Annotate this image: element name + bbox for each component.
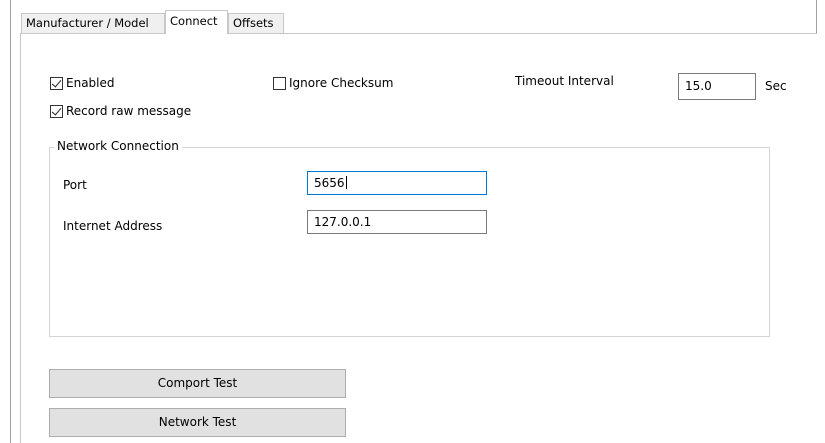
ignore-checksum-label: Ignore Checksum <box>289 76 394 90</box>
ignore-checksum-checkbox[interactable] <box>273 76 286 90</box>
port-input[interactable]: 5656 <box>307 171 487 195</box>
window-left-edge <box>10 0 11 443</box>
comport-test-button[interactable]: Comport Test <box>49 369 346 398</box>
record-raw-checkbox[interactable] <box>50 104 63 118</box>
record-raw-option[interactable]: Record raw message <box>50 104 191 118</box>
tab-manufacturer-model[interactable]: Manufacturer / Model <box>21 13 165 33</box>
tab-connect[interactable]: Connect <box>165 10 228 34</box>
record-raw-label: Record raw message <box>66 104 192 118</box>
tab-offsets[interactable]: Offsets <box>228 13 284 33</box>
timeout-interval-input[interactable]: 15.0 <box>678 73 756 100</box>
timeout-unit-label: Sec <box>765 79 787 93</box>
timeout-interval-label: Timeout Interval <box>515 74 614 88</box>
port-input-value: 5656 <box>314 176 345 190</box>
enabled-label: Enabled <box>66 76 115 90</box>
network-test-button[interactable]: Network Test <box>49 408 346 437</box>
enabled-option[interactable]: Enabled <box>50 76 115 90</box>
internet-address-label: Internet Address <box>63 219 163 233</box>
ignore-checksum-option[interactable]: Ignore Checksum <box>273 76 393 90</box>
network-connection-title: Network Connection <box>54 139 182 153</box>
port-label: Port <box>63 178 87 192</box>
text-caret <box>345 176 347 189</box>
internet-address-input[interactable]: 127.0.0.1 <box>307 210 487 234</box>
enabled-checkbox[interactable] <box>50 76 63 90</box>
